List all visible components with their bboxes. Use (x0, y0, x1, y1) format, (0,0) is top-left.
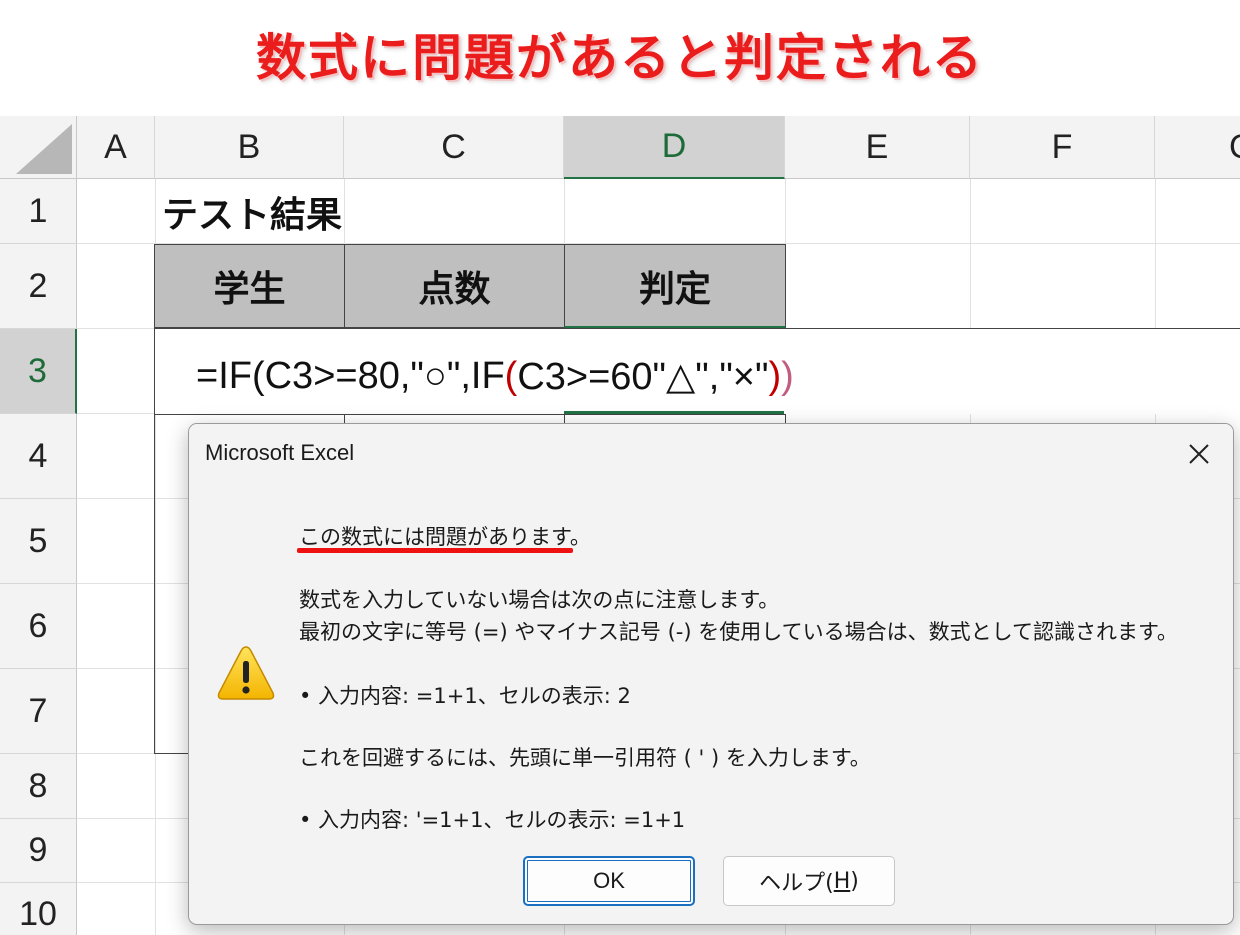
row-header-4[interactable]: 4 (0, 414, 77, 499)
row-header-2[interactable]: 2 (0, 244, 77, 329)
column-header-a[interactable]: A (77, 116, 155, 179)
dialog-titlebar[interactable]: Microsoft Excel (189, 424, 1233, 484)
close-button[interactable] (1177, 432, 1221, 476)
formula-part-1: =IF(C3>=80,"○",IF (196, 354, 505, 397)
formula-part-2: C3>=60"△","×" (517, 355, 769, 398)
column-header-g[interactable]: G (1155, 116, 1240, 179)
help-button[interactable]: ヘルプ(H) (723, 856, 895, 906)
dialog-heading: この数式には問題があります。 (299, 525, 591, 549)
title-cell-b1[interactable]: テスト結果 (162, 180, 342, 243)
column-header-b[interactable]: B (155, 116, 344, 179)
header-cell-student[interactable]: 学生 (154, 244, 345, 328)
dialog-title: Microsoft Excel (205, 440, 355, 465)
row-header-1[interactable]: 1 (0, 179, 77, 244)
formula-paren-close-outer: ) (781, 354, 794, 397)
row-header-9[interactable]: 9 (0, 819, 77, 883)
select-all-triangle-icon (16, 124, 72, 174)
help-accelerator: H (833, 868, 851, 894)
row-header-7[interactable]: 7 (0, 669, 77, 754)
dialog-line-1: 数式を入力していない場合は次の点に注意します。 (299, 588, 780, 612)
header-cell-judgement[interactable]: 判定 (564, 244, 786, 328)
error-dialog: Microsoft Excel この数式には問題があります。 数式を入力していな… (188, 423, 1234, 925)
dialog-line-2: 最初の文字に等号 (=) やマイナス記号 (-) を使用している場合は、数式とし… (299, 620, 1178, 644)
row-header-8[interactable]: 8 (0, 754, 77, 819)
help-label: ヘルプ( (759, 871, 834, 896)
row-header-6[interactable]: 6 (0, 584, 77, 669)
column-header-f[interactable]: F (970, 116, 1155, 179)
column-header-e[interactable]: E (785, 116, 970, 179)
ok-button[interactable]: OK (523, 856, 695, 906)
formula-paren-open: ( (504, 354, 518, 397)
header-cell-score[interactable]: 点数 (344, 244, 565, 328)
dialog-bullet-1: • 入力内容: =1+1、セルの表示: 2 (299, 684, 631, 708)
column-header-c[interactable]: C (344, 116, 564, 179)
highlight-underline (297, 548, 573, 553)
close-icon (1189, 444, 1209, 464)
formula-paren-close-inner: ) (768, 354, 782, 397)
column-header-d[interactable]: D (564, 116, 785, 179)
banner-title: 数式に問題があると判定される (256, 29, 984, 87)
dialog-bullet-2: • 入力内容: '=1+1、セルの表示: =1+1 (299, 808, 686, 832)
row-header-10[interactable]: 10 (0, 883, 77, 935)
select-all-corner[interactable] (0, 116, 77, 179)
warning-icon (217, 646, 275, 700)
row-header-3[interactable]: 3 (0, 329, 77, 414)
active-cell-indicator (564, 411, 784, 414)
help-label-end: ) (850, 868, 859, 894)
formula-text[interactable]: =IF(C3>=80,"○",IF(C3>=60"△","×")) (196, 336, 794, 416)
row-header-5[interactable]: 5 (0, 499, 77, 584)
dialog-line-3: これを回避するには、先頭に単一引用符 ( ' ) を入力します。 (299, 746, 871, 770)
